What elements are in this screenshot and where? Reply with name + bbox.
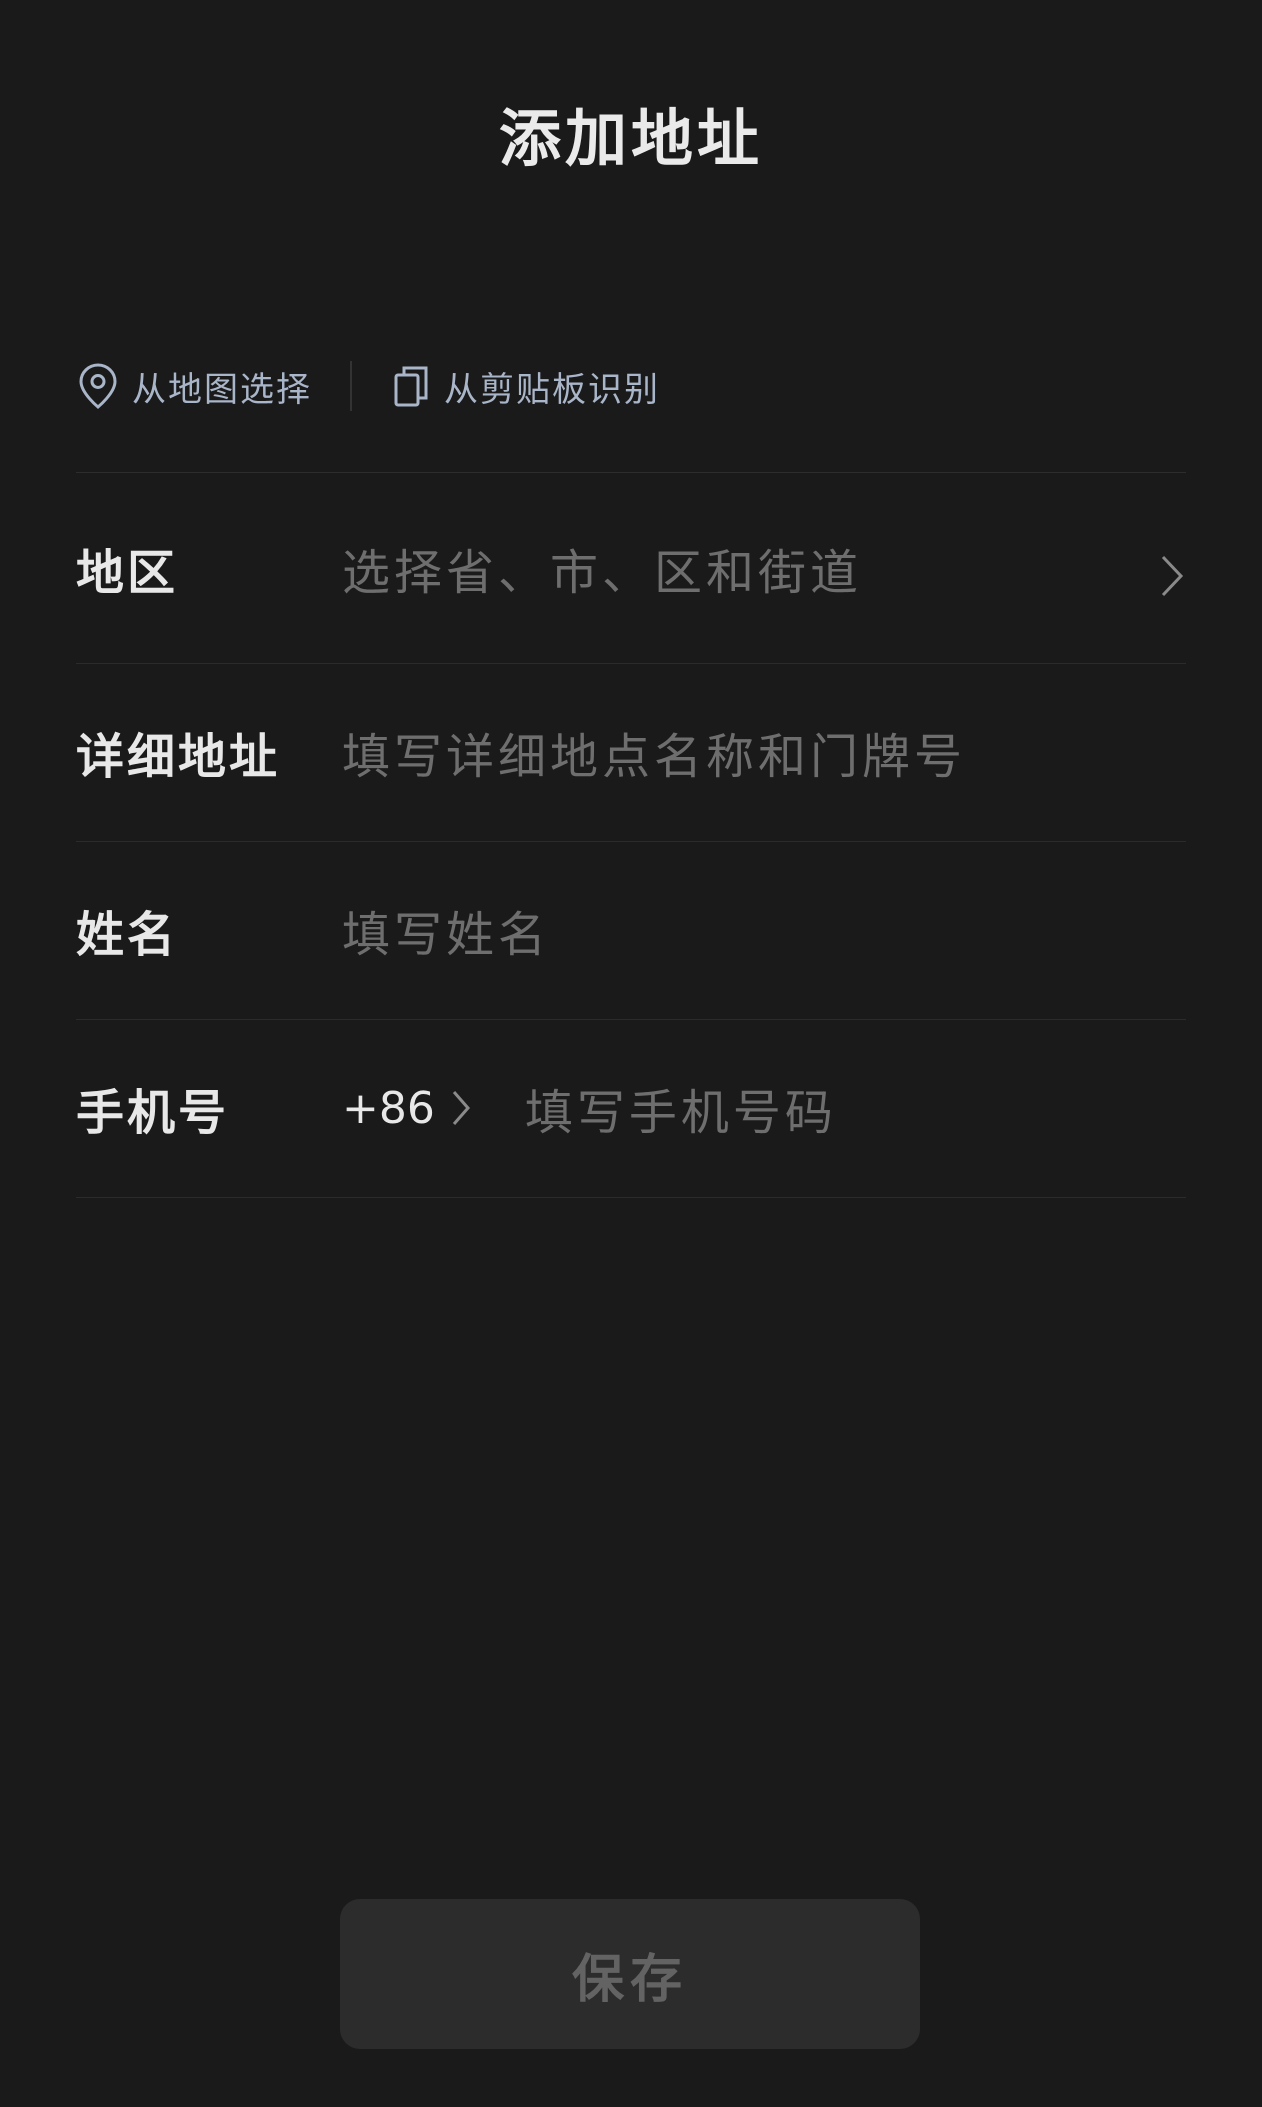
recognize-from-clipboard-label: 从剪贴板识别 (444, 369, 660, 410)
add-address-page: 添加地址 从地图选择 从剪贴板识别 地区 选择省、市、区和街道 详细地址 填写详… (0, 0, 1262, 2107)
region-row[interactable]: 地区 选择省、市、区和街道 (76, 473, 1186, 664)
region-selector[interactable]: 选择省、市、区和街道 (342, 533, 1146, 603)
quick-actions-bar: 从地图选择 从剪贴板识别 (78, 358, 660, 414)
chevron-right-icon (452, 1091, 470, 1125)
name-input[interactable]: 填写姓名 (342, 895, 1186, 965)
country-code-selector[interactable]: +86 (342, 1083, 473, 1134)
page-title: 添加地址 (498, 102, 763, 175)
region-label: 地区 (76, 545, 179, 601)
phone-row: 手机号 +86 填写手机号码 (76, 1019, 1186, 1198)
country-code-value: +86 (342, 1082, 435, 1134)
detail-address-label: 详细地址 (76, 729, 281, 785)
phone-input[interactable]: 填写手机号码 (525, 1073, 1186, 1143)
select-from-map-label: 从地图选择 (132, 369, 312, 410)
location-pin-icon (78, 362, 118, 410)
select-from-map-button[interactable]: 从地图选择 (78, 362, 312, 411)
detail-address-input[interactable]: 填写详细地点名称和门牌号 (342, 717, 1186, 787)
phone-label: 手机号 (76, 1085, 230, 1141)
clipboard-icon (392, 363, 430, 409)
quick-actions-divider (350, 361, 352, 411)
name-row: 姓名 填写姓名 (76, 841, 1186, 1020)
chevron-right-icon (1146, 553, 1186, 599)
recognize-from-clipboard-button[interactable]: 从剪贴板识别 (392, 362, 660, 411)
save-button[interactable]: 保存 (340, 1899, 920, 2049)
name-label: 姓名 (76, 907, 179, 963)
detail-address-row: 详细地址 填写详细地点名称和门牌号 (76, 663, 1186, 842)
